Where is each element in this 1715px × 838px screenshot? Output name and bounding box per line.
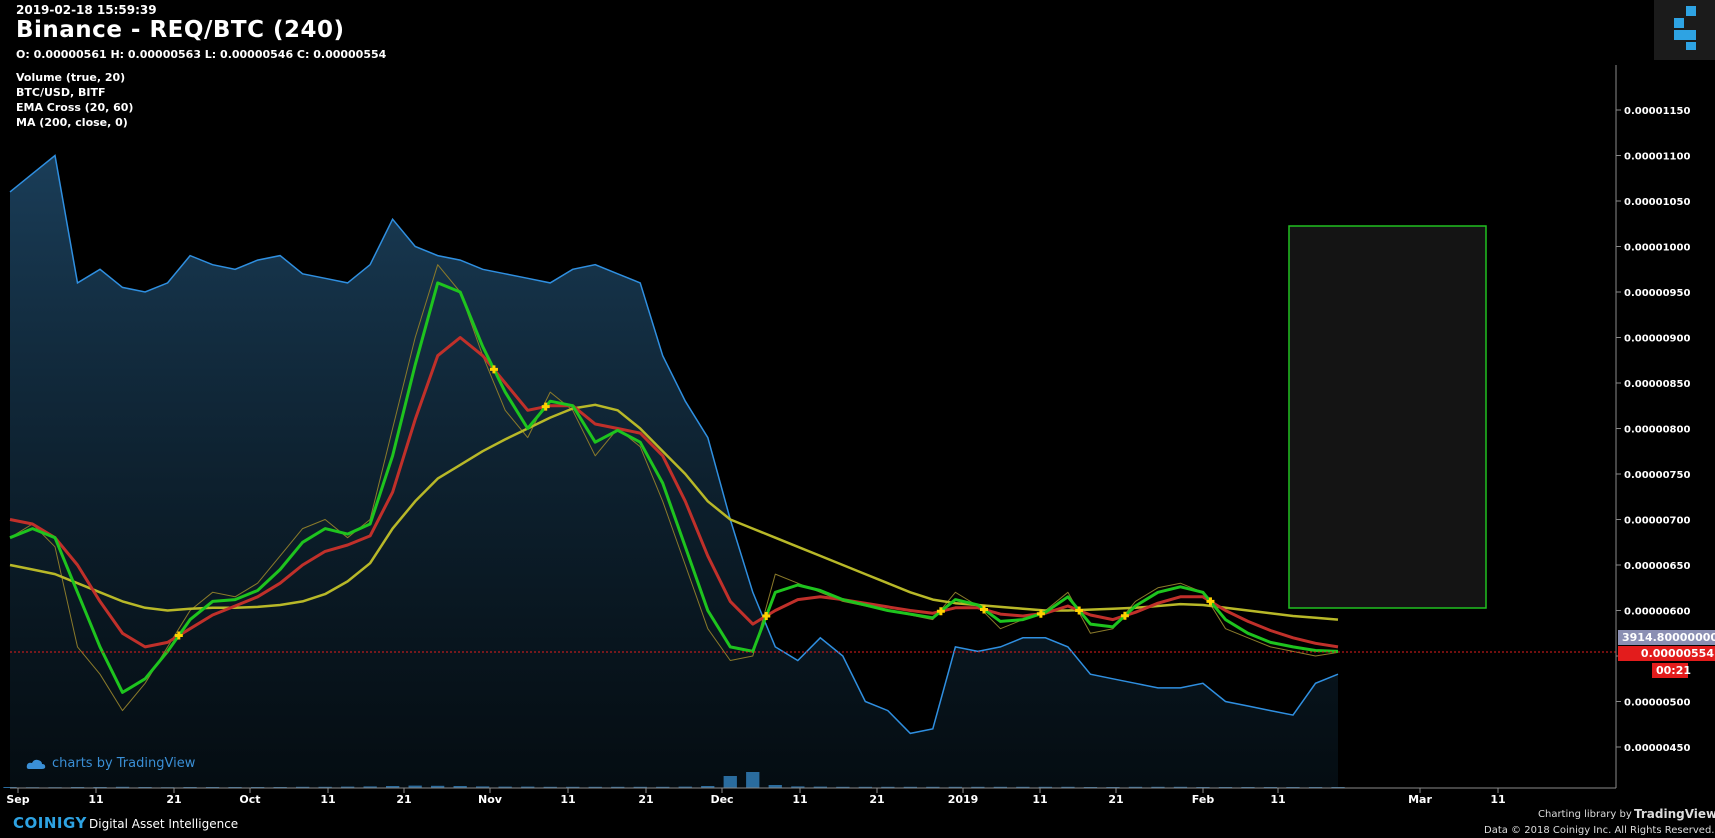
volume-bar [723,776,737,788]
price-tick-label: 0.00000700 [1624,516,1690,527]
charting-library-credit: Charting library by [1538,809,1632,820]
btc-usd-area-fill [10,155,1338,788]
time-tick-label: 2019 [948,793,979,806]
price-tick-label: 0.00000950 [1624,288,1690,299]
coinigy-tagline: Digital Asset Intelligence [89,817,239,831]
coinigy-logo-icon[interactable] [1654,0,1715,60]
price-tick-label: 0.00000650 [1624,561,1690,572]
time-tick-label: 21 [869,793,884,806]
cloud-icon [26,759,46,769]
time-tick-label: Nov [478,793,503,806]
indicator-ema-cross[interactable]: EMA Cross (20, 60) [16,101,133,114]
data-copyright: Data © 2018 Coinigy Inc. All Rights Rese… [1484,825,1715,836]
time-tick-label: Oct [239,793,260,806]
coinigy-brand[interactable]: COINIGY [13,814,87,832]
time-tick-label: 11 [88,793,103,806]
indicator-btc-usd[interactable]: BTC/USD, BITF [16,86,105,99]
price-tick-label: 0.00000900 [1624,334,1690,345]
time-tick-label: 11 [320,793,335,806]
time-tick-label: Dec [710,793,733,806]
time-tick-label: 21 [1108,793,1123,806]
time-tick-label: 21 [396,793,411,806]
price-tick-label: 0.00000500 [1624,698,1690,709]
time-axis[interactable]: Sep 11 21 Oct 11 21 Nov 11 21 Dec 11 21 2019 11 21 Feb 1… [6,788,1506,806]
price-tick-label: 0.00001000 [1624,243,1690,254]
time-tick-label: 11 [560,793,575,806]
tradingview-badge[interactable]: charts by TradingView [26,756,195,771]
time-tick-label: 21 [166,793,181,806]
tradingview-badge-label: charts by TradingView [52,756,196,771]
price-tick-label: 0.00000750 [1624,470,1690,481]
indicator-volume[interactable]: Volume (true, 20) [16,71,125,84]
timestamp: 2019-02-18 15:59:39 [16,3,157,17]
time-tick-label: Sep [6,793,29,806]
time-tick-label: 11 [1490,793,1505,806]
price-tick-label: 0.00000800 [1624,425,1690,436]
price-tick-label: 0.00001150 [1624,106,1690,117]
time-tick-label: Mar [1408,793,1432,806]
time-tick-label: 21 [638,793,653,806]
ohlc-readout: O: 0.00000561 H: 0.00000563 L: 0.0000054… [16,48,387,61]
time-tick-label: Feb [1192,793,1215,806]
btc-usd-price-tag: 3914.80000000 [1618,630,1715,645]
last-price-tag: 0.00000554 [1618,646,1715,661]
tradingview-credit[interactable]: TradingView [1634,807,1715,821]
time-tick-label: 11 [1032,793,1047,806]
time-tick-label: 11 [792,793,807,806]
chart-title: Binance - REQ/BTC (240) [16,17,345,43]
price-tick-label: 0.00000600 [1624,607,1690,618]
volume-bar [746,772,760,788]
btc-usd-area [9,154,1339,788]
indicator-ma[interactable]: MA (200, close, 0) [16,116,128,129]
price-tick-label: 0.00001100 [1624,152,1690,163]
time-tick-label: 11 [1270,793,1285,806]
chart-canvas[interactable]: 0.00001150 0.00001100 0.00001050 0.00001000… [0,0,1715,838]
price-tick-label: 0.00001050 [1624,197,1690,208]
price-tick-label: 0.00000850 [1624,379,1690,390]
price-tick-label: 0.00000450 [1624,743,1690,754]
drawn-rectangle[interactable] [1288,225,1487,609]
bar-countdown-tag: 00:21 [1652,663,1691,678]
